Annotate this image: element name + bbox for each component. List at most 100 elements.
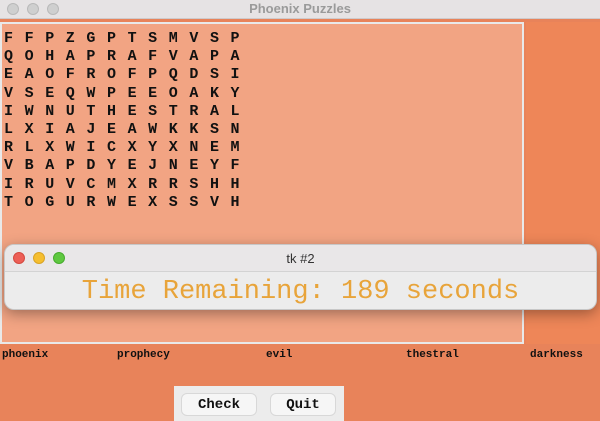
grid-letter: E <box>127 102 137 120</box>
grid-letter: W <box>86 84 96 102</box>
grid-letter: A <box>127 48 137 66</box>
grid-letter: X <box>148 193 158 211</box>
grid-letter: U <box>45 175 55 193</box>
grid-letter: E <box>189 157 199 175</box>
grid-letter: A <box>45 157 55 175</box>
grid-letter: S <box>189 193 199 211</box>
grid-letter: O <box>45 66 55 84</box>
grid-letter: T <box>86 102 96 120</box>
grid-letter: A <box>189 48 199 66</box>
grid-letter: N <box>168 157 178 175</box>
grid-letter: J <box>86 121 96 139</box>
grid-letter: O <box>24 193 34 211</box>
grid-letter: L <box>230 102 240 120</box>
grid-letter: X <box>127 139 137 157</box>
grid-letter: Q <box>4 48 14 66</box>
grid-letter: X <box>168 139 178 157</box>
grid-letter: T <box>168 102 178 120</box>
grid-letter: V <box>168 48 178 66</box>
button-bar: Check Quit <box>174 386 344 421</box>
grid-row: RLXWICXYXNEM <box>4 139 251 157</box>
quit-button[interactable]: Quit <box>270 393 336 416</box>
grid-letter: S <box>209 121 219 139</box>
grid-letter: X <box>127 175 137 193</box>
grid-letter: E <box>45 84 55 102</box>
grid-letter: Q <box>168 66 178 84</box>
grid-letter: W <box>148 121 158 139</box>
grid-letter: A <box>24 66 34 84</box>
grid-letter: S <box>209 30 219 47</box>
grid-letter: E <box>127 84 137 102</box>
grid-row: LXIAJEAWKKSN <box>4 121 251 139</box>
grid-letter: A <box>230 48 240 66</box>
grid-letter: P <box>65 157 75 175</box>
grid-letter: F <box>230 157 240 175</box>
grid-letter: F <box>24 30 34 47</box>
grid-letter: U <box>65 193 75 211</box>
grid-letter: A <box>65 121 75 139</box>
grid-letter: S <box>209 66 219 84</box>
grid-letter: V <box>4 84 14 102</box>
grid-letter: A <box>127 121 137 139</box>
grid-row: IWNUTHESTRAL <box>4 103 251 121</box>
grid-letter: M <box>168 30 178 47</box>
word-list-item: evil <box>266 349 293 361</box>
grid-letter: W <box>65 139 75 157</box>
word-list: phoenix prophecy evil thestral darkness <box>0 349 600 365</box>
grid-letter: Y <box>148 139 158 157</box>
grid-letter: H <box>106 102 116 120</box>
grid-letter: S <box>24 84 34 102</box>
grid-letter: N <box>45 102 55 120</box>
grid-letter: R <box>189 102 199 120</box>
grid-letter: A <box>65 48 75 66</box>
main-window-titlebar: Phoenix Puzzles <box>0 0 600 19</box>
grid-letter: W <box>24 102 34 120</box>
grid-letter: L <box>24 139 34 157</box>
grid-letter: R <box>4 139 14 157</box>
grid-letter: P <box>230 30 240 47</box>
word-list-item: thestral <box>406 349 459 361</box>
grid-letter: D <box>189 66 199 84</box>
grid-letter: F <box>4 30 14 47</box>
grid-letter: K <box>189 121 199 139</box>
grid-letter: S <box>189 175 199 193</box>
grid-letter: R <box>86 66 96 84</box>
grid-letter: V <box>209 193 219 211</box>
grid-letter: E <box>4 66 14 84</box>
grid-letter: X <box>45 139 55 157</box>
grid-row: EAOFROFPQDSI <box>4 66 251 84</box>
grid-letter: F <box>148 48 158 66</box>
grid-letter: P <box>106 30 116 47</box>
grid-letter: C <box>86 175 96 193</box>
grid-letter: Y <box>106 157 116 175</box>
grid-letter: E <box>209 139 219 157</box>
grid-letter: R <box>24 175 34 193</box>
grid-letter: Q <box>65 84 75 102</box>
grid-letter: P <box>45 30 55 47</box>
grid-letter: B <box>24 157 34 175</box>
grid-letter: N <box>230 121 240 139</box>
grid-letter: E <box>106 121 116 139</box>
grid-letter: A <box>209 102 219 120</box>
grid-letter: H <box>209 175 219 193</box>
word-list-item: prophecy <box>117 349 170 361</box>
grid-letter: V <box>4 157 14 175</box>
grid-letter: F <box>127 66 137 84</box>
grid-row: IRUVCMXRRSHH <box>4 176 251 194</box>
grid-letter: C <box>106 139 116 157</box>
timer-dialog-titlebar: tk #2 <box>5 245 596 272</box>
grid-letter: M <box>106 175 116 193</box>
timer-dialog: tk #2 Time Remaining: 189 seconds <box>4 244 597 310</box>
grid-row: VBAPDYEJNEYF <box>4 157 251 175</box>
check-button[interactable]: Check <box>181 393 257 416</box>
grid-letter: I <box>4 175 14 193</box>
word-list-item: phoenix <box>2 349 49 361</box>
grid-letter: I <box>4 102 14 120</box>
grid-letter: R <box>106 48 116 66</box>
grid-letter: H <box>45 48 55 66</box>
grid-letter: Y <box>230 84 240 102</box>
grid-letter: E <box>127 157 137 175</box>
grid-letter: O <box>24 48 34 66</box>
grid-letter: M <box>230 139 240 157</box>
grid-letter: O <box>168 84 178 102</box>
